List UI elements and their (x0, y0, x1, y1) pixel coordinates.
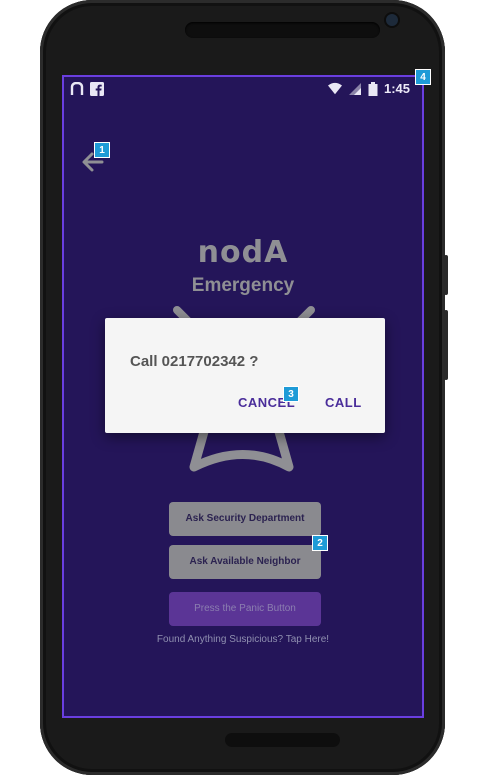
facebook-icon (90, 82, 104, 96)
ask-security-button[interactable]: Ask Security Department (169, 502, 321, 536)
battery-icon (368, 81, 378, 96)
ask-neighbor-button[interactable]: Ask Available Neighbor (169, 545, 321, 579)
report-suspicious-link[interactable]: Found Anything Suspicious? Tap Here! (64, 634, 422, 645)
annotation-badge-back: 1 (94, 142, 110, 158)
logo-subtitle: Emergency (191, 275, 295, 296)
status-bar: 1:45 (64, 77, 422, 103)
panic-button[interactable]: Press the Panic Button (169, 592, 321, 626)
call-confirm-dialog: Call 0217702342 ? CANCEL CALL (105, 318, 385, 433)
noda-icon (70, 82, 84, 95)
annotation-badge-neighbor: 2 (312, 535, 328, 551)
annotation-badge-cancel: 3 (283, 386, 299, 402)
call-button[interactable]: CALL (325, 395, 362, 410)
wifi-icon (327, 82, 342, 94)
earpiece-speaker (185, 22, 380, 38)
volume-button (444, 310, 448, 380)
annotation-badge-screen: 4 (415, 69, 431, 85)
signal-icon (348, 82, 361, 95)
status-time: 1:45 (383, 81, 410, 96)
dialog-message: Call 0217702342 ? (130, 353, 259, 370)
front-camera (386, 14, 398, 26)
brand-logo: nodA (197, 235, 289, 270)
bottom-speaker (225, 733, 340, 747)
power-button (444, 255, 448, 295)
